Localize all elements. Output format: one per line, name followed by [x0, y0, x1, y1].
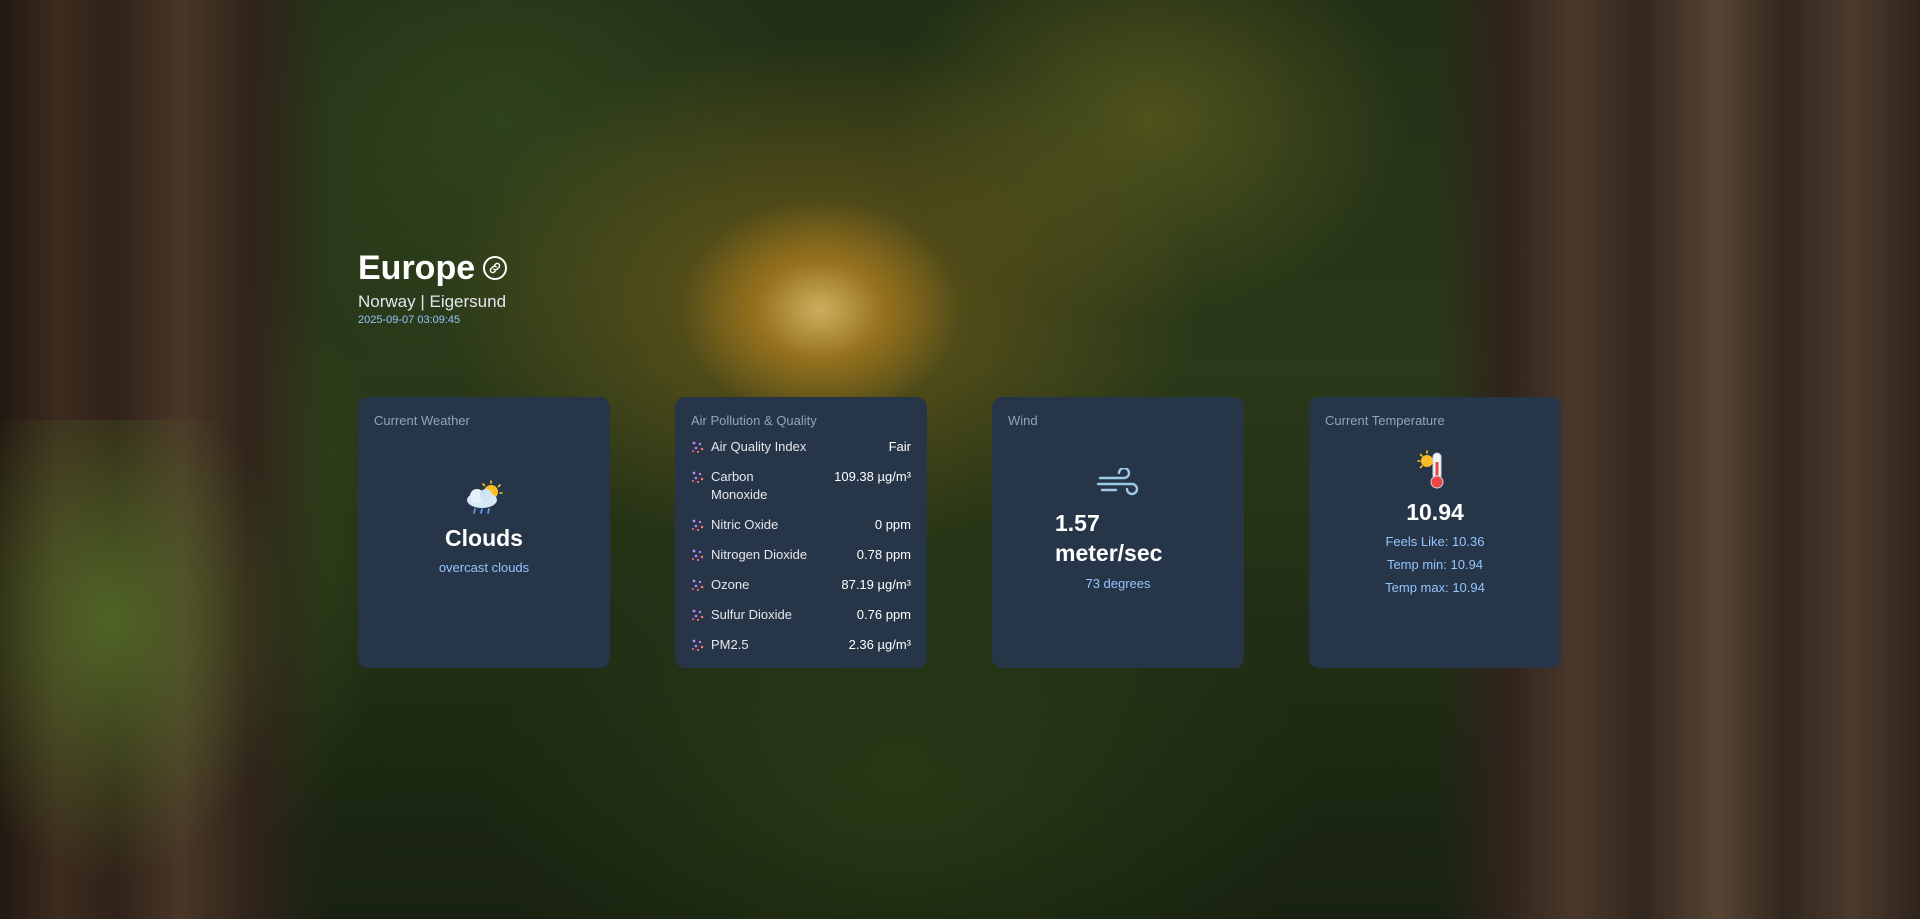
- aq-label: Nitric Oxide: [711, 517, 779, 532]
- wind-direction: 73 degrees: [1085, 576, 1151, 591]
- timestamp: 2025-09-07 03:09:45: [358, 314, 461, 326]
- card-title: Air Pollution & Quality: [691, 413, 817, 428]
- wind-speed: 1.57 meter/sec: [1055, 510, 1163, 566]
- aq-value: 2.36 µg/m³: [848, 637, 911, 652]
- background-shade: [0, 0, 1920, 919]
- aq-row-ozone: Ozone 87.19 µg/m³: [691, 576, 911, 594]
- aq-value: 0.78 ppm: [856, 547, 911, 562]
- aq-row-nitrogen-dioxide: Nitrogen Dioxide 0.78 ppm: [691, 546, 911, 564]
- aq-label: Sulfur Dioxide: [711, 607, 792, 622]
- aq-label: Air Quality Index: [711, 439, 807, 454]
- particles-icon: [692, 609, 704, 622]
- card-title: Current Temperature: [1325, 413, 1445, 428]
- location-header: Europe Norway | Eigersund 2025-09-07 03:…: [358, 248, 508, 326]
- weather-description: overcast clouds: [438, 560, 530, 575]
- aq-label: Nitrogen Dioxide: [711, 547, 808, 562]
- aq-label: Ozone: [711, 577, 750, 592]
- aq-row-carbon-monoxide: Carbon Monoxide 109.38 µg/m³: [691, 468, 911, 504]
- aq-row-air-quality-index: Air Quality Index Fair: [691, 438, 911, 456]
- wind-body: 1.57 meter/sec 73 degrees: [1008, 468, 1228, 591]
- aq-value: 0 ppm: [874, 517, 911, 532]
- share-link-button[interactable]: [483, 256, 508, 280]
- wind-icon: [1096, 468, 1139, 496]
- particles-icon: [692, 471, 704, 484]
- temperature-card: Current Temperature 10.94 Feels Like: 10…: [1309, 397, 1561, 668]
- aq-row-nitric-oxide: Nitric Oxide 0 ppm: [691, 516, 911, 534]
- thermometer-sun-icon: [1417, 450, 1444, 489]
- cloud-rain-sun-icon: [467, 480, 503, 514]
- temperature-value: 10.94: [1406, 499, 1464, 525]
- card-title: Current Weather: [374, 413, 470, 428]
- title-row: Europe: [358, 248, 508, 288]
- feels-like: Feels Like: 10.36: [1385, 534, 1485, 549]
- aq-row-sulfur-dioxide: Sulfur Dioxide 0.76 ppm: [691, 606, 911, 624]
- wind-card: Wind 1.57 meter/sec 73 degrees: [992, 397, 1244, 668]
- link-icon: [489, 262, 501, 274]
- aq-value: 87.19 µg/m³: [841, 577, 911, 592]
- particles-icon: [692, 639, 704, 652]
- particles-icon: [692, 519, 704, 532]
- aq-value: 109.38 µg/m³: [834, 469, 911, 484]
- location-subtitle: Norway | Eigersund: [358, 292, 507, 311]
- particles-icon: [692, 549, 704, 562]
- particles-icon: [692, 441, 704, 454]
- card-title: Wind: [1008, 413, 1038, 428]
- aq-value: Fair: [888, 439, 911, 454]
- aq-row-pm25: PM2.5 2.36 µg/m³: [691, 636, 911, 654]
- aq-label: PM2.5: [711, 637, 749, 652]
- current-weather-card: Current Weather Clouds overcast clouds: [358, 397, 610, 668]
- aq-value: 0.76 ppm: [856, 607, 911, 622]
- temp-min: Temp min: 10.94: [1386, 557, 1484, 572]
- temperature-body: 10.94 Feels Like: 10.36 Temp min: 10.94 …: [1325, 450, 1545, 595]
- weather-body: Clouds overcast clouds: [374, 480, 594, 575]
- weather-main: Clouds: [445, 525, 523, 551]
- page-title: Europe: [358, 249, 476, 287]
- air-quality-list: Air Quality Index Fair Carbon Monoxide 1…: [691, 438, 911, 654]
- aq-label: Carbon Monoxide: [711, 469, 768, 502]
- air-quality-card: Air Pollution & Quality Air Quality Inde…: [675, 397, 927, 668]
- temp-max: Temp max: 10.94: [1385, 580, 1485, 595]
- particles-icon: [692, 579, 704, 592]
